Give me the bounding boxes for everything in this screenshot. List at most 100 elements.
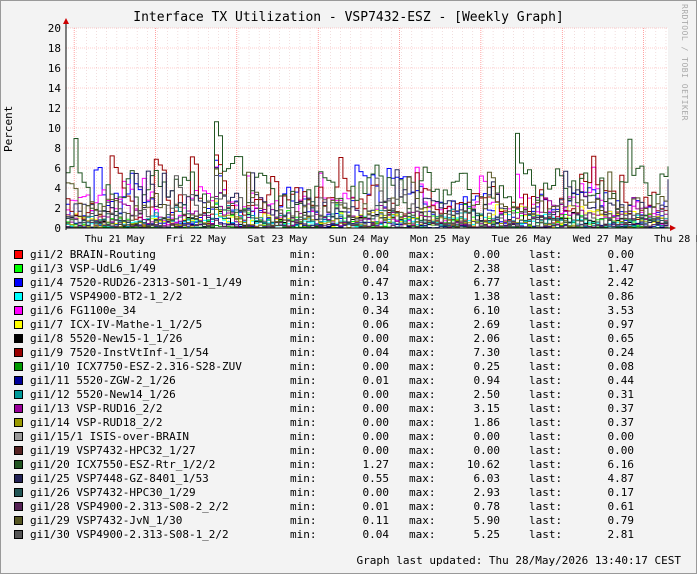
- legend-min-label: min:: [290, 374, 317, 387]
- legend-min-value: 1.27: [362, 458, 390, 471]
- legend-series-name: gi1/12 5520-New14_1/26: [30, 388, 176, 401]
- legend-item: gi1/25 VSP7448-GZ-8401_1/53 min: 0.55 max: 6…: [14, 472, 684, 486]
- x-tick-label: Mon 25 May: [410, 234, 470, 245]
- legend-swatch: [14, 292, 23, 301]
- legend-max-label: max:: [409, 276, 436, 289]
- legend-last-label: last:: [529, 262, 563, 275]
- legend-series-name: gi1/29 VSP7432-JvN_1/30: [30, 514, 183, 527]
- legend-last-value: 0.08: [607, 360, 635, 373]
- y-tick-label: 10: [48, 122, 61, 135]
- legend-swatch: [14, 376, 23, 385]
- legend-last-value: 0.31: [607, 388, 635, 401]
- legend-max-label: max:: [409, 360, 436, 373]
- legend-series-name: gi1/11 5520-ZGW-2_1/26: [30, 374, 176, 387]
- legend-min-value: 0.11: [362, 514, 390, 527]
- legend-item: gi1/11 5520-ZGW-2_1/26 min: 0.01 max: 0.94 la…: [14, 374, 684, 388]
- legend-item: gi1/13 VSP-RUD16_2/2 min: 0.00 max: 3.15 last…: [14, 402, 684, 416]
- legend-min-value: 0.01: [362, 374, 390, 387]
- legend-last-label: last:: [529, 290, 563, 303]
- legend-max-label: max:: [409, 514, 436, 527]
- legend-swatch: [14, 278, 23, 287]
- x-tick-label: Tue 26 May: [491, 234, 551, 245]
- legend-last-label: last:: [529, 318, 563, 331]
- legend-max-label: max:: [409, 472, 436, 485]
- legend-max-value: 2.50: [473, 388, 501, 401]
- legend-series-name: gi1/20 ICX7550-ESZ-Rtr_1/2/2: [30, 458, 216, 471]
- legend-max-label: max:: [409, 528, 436, 541]
- legend-last-value: 0.37: [607, 402, 635, 415]
- legend-series-name: gi1/19 VSP7432-HPC32_1/27: [30, 444, 196, 457]
- legend-last-label: last:: [529, 360, 563, 373]
- legend-item: gi1/8 5520-New15-1_1/26 min: 0.00 max: 2.06 l…: [14, 332, 684, 346]
- legend-min-label: min:: [290, 318, 317, 331]
- legend-item: gi1/2 BRAIN-Routing min: 0.00 max: 0.00 last:…: [14, 248, 684, 262]
- legend-last-value: 0.17: [607, 486, 635, 499]
- legend-max-label: max:: [409, 444, 436, 457]
- legend-last-label: last:: [529, 332, 563, 345]
- legend-item: gi1/14 VSP-RUD18_2/2 min: 0.00 max: 1.86 last…: [14, 416, 684, 430]
- legend-series-name: gi1/30 VSP4900-2.313-S08-1_2/2: [30, 528, 229, 541]
- legend-swatch: [14, 502, 23, 511]
- legend-min-value: 0.01: [362, 500, 390, 513]
- legend-swatch: [14, 390, 23, 399]
- legend-swatch: [14, 334, 23, 343]
- legend-max-label: max:: [409, 374, 436, 387]
- legend-min-label: min:: [290, 262, 317, 275]
- legend-last-value: 2.81: [607, 528, 635, 541]
- legend-min-value: 0.00: [362, 416, 390, 429]
- legend-item: gi1/6 FG1100e_34 min: 0.34 max: 6.10 last: 3.5…: [14, 304, 684, 318]
- legend-series-name: gi1/7 ICX-IV-Mathe-1_1/2/5: [30, 318, 203, 331]
- legend-max-value: 1.86: [473, 416, 501, 429]
- legend-min-value: 0.34: [362, 304, 390, 317]
- legend-max-label: max:: [409, 486, 436, 499]
- legend-min-label: min:: [290, 514, 317, 527]
- legend-last-label: last:: [529, 304, 563, 317]
- legend-max-label: max:: [409, 430, 436, 443]
- legend-item: gi1/29 VSP7432-JvN_1/30 min: 0.11 max: 5.90 l…: [14, 514, 684, 528]
- legend-min-label: min:: [290, 472, 317, 485]
- legend-series-name: gi1/14 VSP-RUD18_2/2: [30, 416, 163, 429]
- legend-max-value: 0.78: [473, 500, 501, 513]
- legend-min-value: 0.00: [362, 444, 390, 457]
- legend-swatch: [14, 516, 23, 525]
- x-tick-label: Sat 23 May: [247, 234, 307, 245]
- legend-min-label: min:: [290, 430, 317, 443]
- legend-item: gi1/30 VSP4900-2.313-S08-1_2/2 min: 0.04 ma…: [14, 528, 684, 542]
- legend-max-value: 0.00: [473, 444, 501, 457]
- legend-min-value: 0.47: [362, 276, 390, 289]
- legend-last-label: last:: [529, 514, 563, 527]
- x-axis-arrow: [670, 225, 676, 231]
- legend-series-name: gi1/8 5520-New15-1_1/26: [30, 332, 183, 345]
- legend-last-value: 0.61: [607, 500, 635, 513]
- legend-item: gi1/12 5520-New14_1/26 min: 0.00 max: 2.50 la…: [14, 388, 684, 402]
- legend-item: gi1/26 VSP7432-HPC30_1/29 min: 0.00 max: 2.9…: [14, 486, 684, 500]
- legend-item: gi1/3 VSP-UdL6_1/49 min: 0.04 max: 2.38 last:…: [14, 262, 684, 276]
- legend-min-label: min:: [290, 500, 317, 513]
- legend-min-label: min:: [290, 360, 317, 373]
- legend-swatch: [14, 432, 23, 441]
- legend-max-label: max:: [409, 388, 436, 401]
- x-tick-label: Wed 27 May: [573, 234, 633, 245]
- legend-max-value: 5.90: [473, 514, 501, 527]
- legend-last-value: 6.16: [607, 458, 635, 471]
- y-tick-label: 18: [48, 42, 61, 55]
- legend-swatch: [14, 446, 23, 455]
- legend-last-label: last:: [529, 388, 563, 401]
- legend-max-label: max:: [409, 346, 436, 359]
- legend-min-value: 0.04: [362, 528, 390, 541]
- legend-max-value: 7.30: [473, 346, 501, 359]
- legend-max-value: 10.62: [466, 458, 500, 471]
- legend-min-label: min:: [290, 276, 317, 289]
- legend-min-value: 0.00: [362, 248, 390, 261]
- legend-min-label: min:: [290, 248, 317, 261]
- legend-max-value: 0.00: [473, 430, 501, 443]
- legend-min-label: min:: [290, 402, 317, 415]
- legend-min-label: min:: [290, 304, 317, 317]
- legend-series-name: gi1/4 7520-RUD26-2313-S01-1_1/49: [30, 276, 242, 289]
- legend-swatch: [14, 306, 23, 315]
- legend-swatch: [14, 362, 23, 371]
- legend-max-label: max:: [409, 458, 436, 471]
- legend-last-label: last:: [529, 472, 563, 485]
- legend-max-value: 3.15: [473, 402, 501, 415]
- legend-item: gi1/20 ICX7550-ESZ-Rtr_1/2/2 min: 1.27 max:…: [14, 458, 684, 472]
